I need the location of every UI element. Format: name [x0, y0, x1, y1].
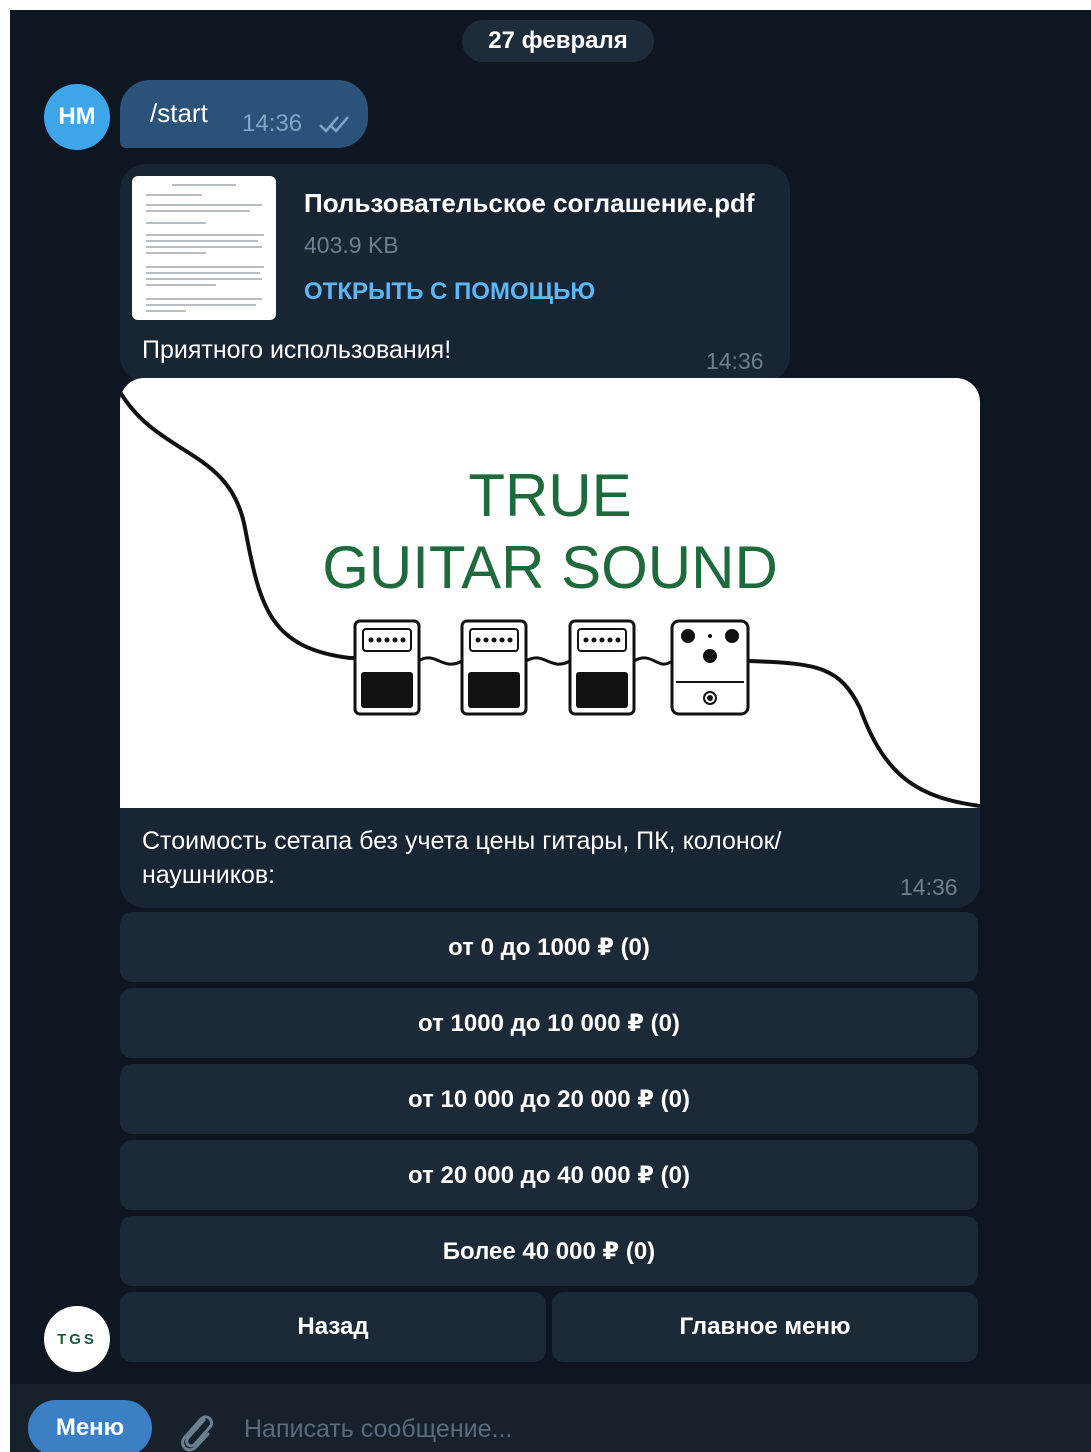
message-text: /start	[150, 98, 208, 128]
pdf-thumbnail[interactable]	[132, 176, 276, 320]
message-time: 14:36	[900, 874, 958, 900]
paperclip-icon[interactable]	[176, 1410, 216, 1452]
user-avatar[interactable]: НМ	[44, 84, 110, 150]
pedal-2	[460, 619, 528, 716]
image-message: TRUE GUITAR SOUND Стоимость сетапа без у…	[120, 378, 980, 908]
file-size: 403.9 KB	[304, 232, 399, 258]
file-name: Пользовательское соглашение.pdf	[304, 188, 755, 218]
price-option-button-3[interactable]: от 10 000 до 20 000 ₽ (0)	[120, 1064, 978, 1134]
main-menu-button[interactable]: Главное меню	[552, 1292, 978, 1362]
message-time: 14:36	[242, 110, 303, 137]
price-option-button-5[interactable]: Более 40 000 ₽ (0)	[120, 1216, 978, 1286]
back-button[interactable]: Назад	[120, 1292, 546, 1362]
pedal-1	[353, 619, 421, 716]
logo-title-line-2: GUITAR SOUND	[322, 534, 778, 601]
message-caption: Приятного использования!	[142, 336, 452, 364]
message-input[interactable]	[242, 1404, 1046, 1452]
bot-menu-button[interactable]: Меню	[28, 1400, 152, 1452]
chat-area: 27 февраля НМ /start 14:36 Пользовательс…	[10, 10, 1091, 1452]
bot-avatar[interactable]: TGS	[44, 1306, 110, 1372]
outgoing-message[interactable]: /start 14:36	[120, 80, 368, 148]
price-option-button-2[interactable]: от 1000 до 10 000 ₽ (0)	[120, 988, 978, 1058]
pedal-4	[670, 619, 750, 716]
document-message: Пользовательское соглашение.pdf 403.9 KB…	[120, 164, 790, 382]
guitar-sound-banner[interactable]: TRUE GUITAR SOUND	[120, 378, 980, 808]
double-check-icon	[319, 116, 349, 133]
price-option-button-4[interactable]: от 20 000 до 40 000 ₽ (0)	[120, 1140, 978, 1210]
message-time: 14:36	[706, 348, 764, 374]
message-composer: Меню	[10, 1384, 1091, 1452]
price-option-button-1[interactable]: от 0 до 1000 ₽ (0)	[120, 912, 978, 982]
open-with-link[interactable]: ОТКРЫТЬ С ПОМОЩЬЮ	[304, 278, 595, 306]
pedal-3	[568, 619, 636, 716]
date-separator: 27 февраля	[462, 20, 654, 62]
logo-title-line-1: TRUE	[468, 462, 632, 529]
message-caption: Стоимость сетапа без учета цены гитары, …	[142, 827, 782, 889]
